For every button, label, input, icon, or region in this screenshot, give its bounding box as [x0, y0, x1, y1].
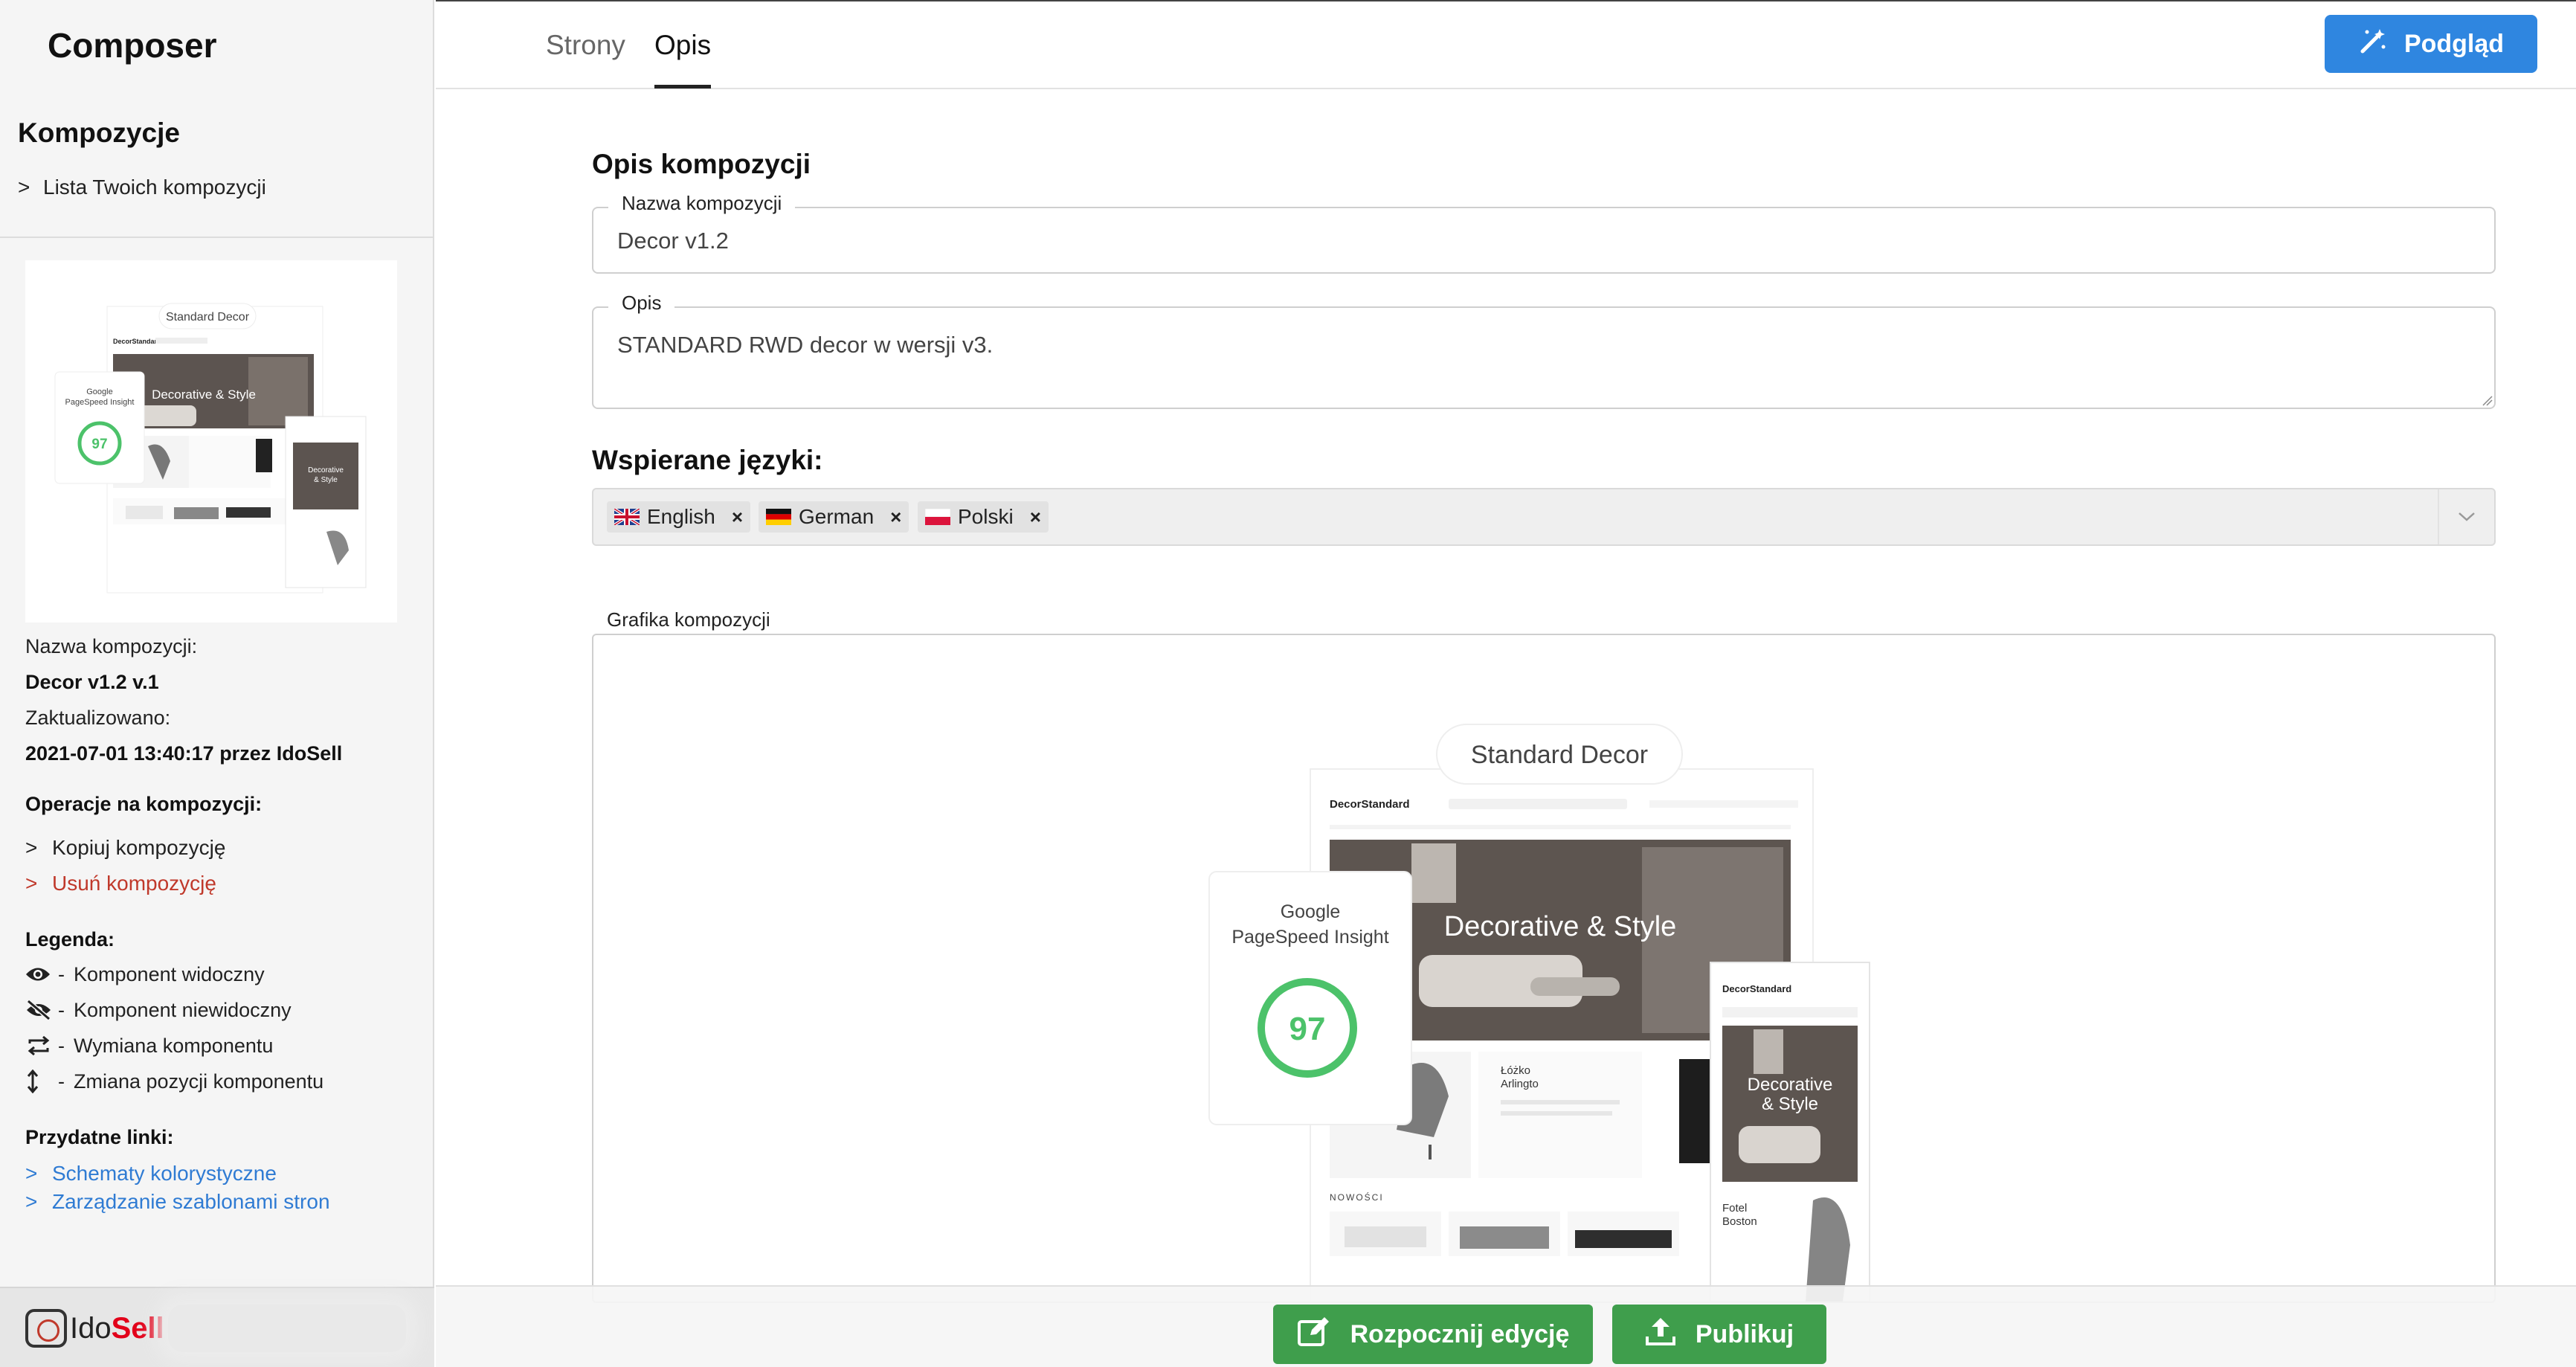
updated-label: Zaktualizowano:: [25, 707, 171, 729]
top-bar: Strony Opis: [436, 0, 2576, 89]
operations-heading: Operacje na kompozycji:: [25, 793, 263, 815]
language-chip-label: Polski: [958, 505, 1014, 528]
section-title: Opis kompozycji: [592, 149, 811, 179]
swap-icon: [25, 1034, 58, 1058]
compositions-heading: Kompozycje: [18, 118, 180, 148]
composition-name-label: Nazwa kompozycji:: [25, 635, 198, 657]
idosell-logo-icon: [25, 1309, 67, 1348]
thumbnail-image: Standard Decor DecorStandard Decorative …: [25, 260, 397, 623]
svg-text:Decorative: Decorative: [308, 466, 344, 475]
chevron-right-icon: >: [25, 836, 38, 859]
chevron-right-icon: >: [25, 872, 38, 895]
remove-polski-icon[interactable]: ×: [1030, 506, 1041, 529]
composition-name-field[interactable]: Nazwa kompozycji Decor v1.2: [592, 192, 2496, 274]
legend-item-hidden: - Komponent niewidoczny: [25, 998, 292, 1022]
flag-pl-icon: [925, 509, 950, 525]
idosell-logo[interactable]: Ido Sell: [25, 1309, 164, 1348]
description-textarea[interactable]: STANDARD RWD decor w wersji v3.: [617, 332, 993, 358]
composition-preview-image: DecorStandard Decorative & Style Łóżko A…: [1208, 724, 1870, 1302]
thumb-title: Standard Decor: [166, 311, 250, 324]
color-schemes-link[interactable]: > Schematy kolorystyczne: [25, 1162, 277, 1186]
languages-title: Wspierane języki:: [592, 445, 823, 475]
upload-icon: [1645, 1316, 1676, 1354]
flag-gb-icon: [614, 509, 640, 525]
legend-item-visible: - Komponent widoczny: [25, 962, 265, 986]
action-bar: Rozpocznij edycję Publikuj: [436, 1285, 2576, 1367]
description-field-label: Opis: [608, 292, 675, 315]
preview-score-label-1: Google: [1281, 901, 1341, 922]
composition-name-value: Decor v1.2 v.1: [25, 671, 159, 693]
resize-handle-icon[interactable]: [2481, 394, 2493, 406]
eye-icon: [25, 962, 58, 986]
active-tab-indicator: [654, 85, 711, 89]
preview-product-1: Łóżko: [1501, 1064, 1530, 1077]
sidebar: Composer Kompozycje > Lista Twoich kompoz…: [0, 0, 434, 1367]
svg-text:& Style: & Style: [314, 476, 338, 484]
language-chip-german: German ×: [759, 501, 909, 533]
composition-name-input[interactable]: Decor v1.2: [617, 228, 729, 254]
legend-heading: Legenda:: [25, 928, 115, 951]
thumb-hero-text: Decorative & Style: [152, 387, 256, 402]
language-chip-label: German: [799, 505, 875, 528]
thumb-score-label-2: PageSpeed Insight: [65, 398, 135, 407]
remove-english-icon[interactable]: ×: [732, 506, 743, 529]
preview-mobile-hero-2: & Style: [1762, 1094, 1818, 1114]
preview-mobile-hero-1: Decorative: [1748, 1075, 1833, 1095]
remove-german-icon[interactable]: ×: [890, 506, 901, 529]
preview-button[interactable]: Podgląd: [2325, 15, 2537, 73]
compositions-list-link[interactable]: > Lista Twoich kompozycji: [18, 176, 266, 199]
preview-title: Standard Decor: [1471, 741, 1648, 769]
vertical-arrows-icon: [25, 1070, 58, 1093]
useful-links-heading: Przydatne linki:: [25, 1126, 174, 1148]
preview-hero-text: Decorative & Style: [1444, 911, 1677, 942]
composition-thumbnail: Standard Decor DecorStandard Decorative …: [25, 260, 397, 623]
preview-product-1b: Arlingto: [1501, 1078, 1539, 1090]
preview-score-label-2: PageSpeed Insight: [1231, 927, 1388, 948]
updated-value: 2021-07-01 13:40:17 przez IdoSell: [25, 742, 343, 765]
preview-brand: DecorStandard: [1330, 798, 1410, 811]
thumb-score-label-1: Google: [86, 387, 112, 396]
copy-composition-link[interactable]: > Kopiuj kompozycję: [25, 836, 225, 860]
app-title: Composer: [48, 26, 217, 65]
tab-strony[interactable]: Strony: [546, 30, 625, 61]
legend-item-swap: - Wymiana komponentu: [25, 1034, 273, 1058]
chevron-right-icon: >: [25, 1190, 38, 1213]
sidebar-divider: [0, 237, 434, 238]
sidebar-footer: Ido Sell: [0, 1287, 434, 1367]
page-templates-link[interactable]: > Zarządzanie szablonami stron: [25, 1190, 330, 1214]
flag-de-icon: [766, 509, 791, 525]
preview-product-2b: Boston: [1722, 1215, 1757, 1228]
magic-wand-icon: [2358, 26, 2388, 62]
eye-slash-icon: [25, 998, 58, 1022]
composition-graphic: DecorStandard Decorative & Style Łóżko A…: [592, 634, 2496, 1303]
delete-composition-link[interactable]: > Usuń kompozycję: [25, 872, 216, 895]
preview-score: 97: [1289, 1011, 1326, 1047]
chevron-right-icon: >: [25, 1162, 38, 1185]
chevron-right-icon: >: [18, 176, 30, 199]
legend-item-move: - Zmiana pozycji komponentu: [25, 1070, 323, 1093]
preview-product-2: Fotel: [1722, 1202, 1747, 1215]
publish-button[interactable]: Publikuj: [1612, 1305, 1826, 1364]
language-chip-polski: Polski ×: [918, 501, 1049, 533]
composition-name-field-label: Nazwa kompozycji: [608, 192, 796, 215]
thumb-brand: DecorStandard: [113, 338, 161, 345]
language-chip-label: English: [647, 505, 715, 528]
chevron-down-icon[interactable]: [2438, 489, 2494, 544]
thumb-score: 97: [91, 437, 107, 452]
description-field[interactable]: Opis STANDARD RWD decor w wersji v3.: [592, 292, 2496, 409]
user-account-blurred[interactable]: [168, 1305, 406, 1352]
composition-graphic-label: Grafika kompozycji: [607, 608, 770, 631]
start-editing-button[interactable]: Rozpocznij edycję: [1273, 1305, 1593, 1364]
edit-icon: [1297, 1316, 1331, 1354]
language-chip-english: English ×: [607, 501, 751, 533]
tab-opis[interactable]: Opis: [654, 30, 711, 61]
preview-section-new: NOWOŚCI: [1330, 1191, 1384, 1203]
languages-multiselect[interactable]: English × German × Polski ×: [592, 488, 2496, 546]
svg-text:DecorStandard: DecorStandard: [1722, 983, 1791, 994]
